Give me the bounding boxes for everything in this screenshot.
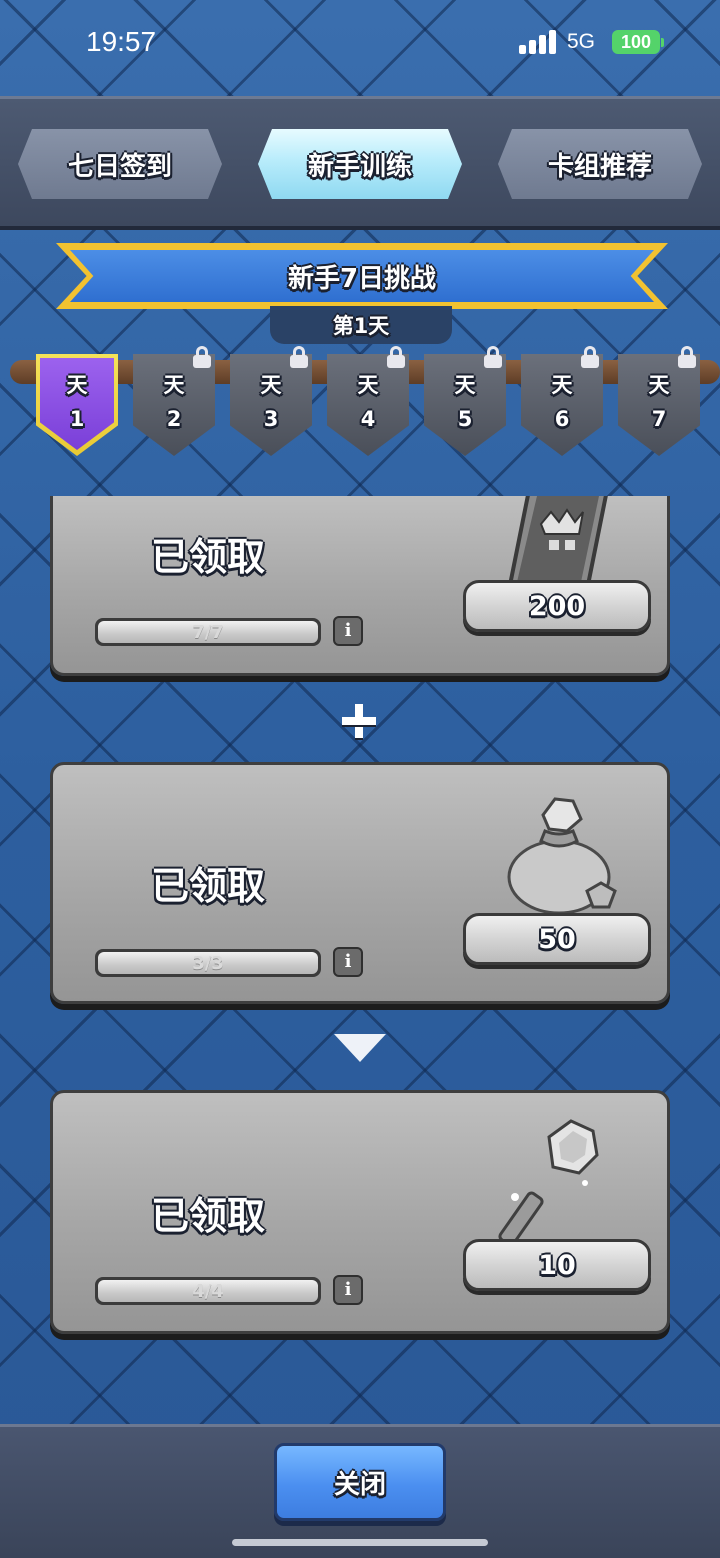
- reward-card: 已领取 4/4 i 10: [50, 1090, 670, 1334]
- lock-icon: [678, 346, 696, 368]
- chevron-down-icon: [334, 1034, 386, 1062]
- tab-newbie-training[interactable]: 新手训练: [258, 129, 462, 199]
- home-indicator[interactable]: [232, 1539, 488, 1546]
- clock: 19:57: [86, 26, 157, 57]
- reward-status: 已领取: [151, 864, 266, 908]
- close-button[interactable]: 关闭: [274, 1443, 446, 1521]
- day-tab-number: 7: [651, 407, 667, 431]
- day-tab-2[interactable]: 天 2: [133, 354, 215, 456]
- day-tab-label: 天: [454, 373, 476, 397]
- day-tab-5[interactable]: 天 5: [424, 354, 506, 456]
- day-tab-number: 6: [554, 407, 570, 431]
- battery-tip: [661, 38, 664, 47]
- reward-amount-button[interactable]: 200: [463, 580, 651, 632]
- progress-bar: 3/3: [95, 949, 321, 977]
- day-tab-1[interactable]: 天 1: [36, 354, 118, 456]
- current-day-label: 第1天: [270, 306, 452, 344]
- day-tab-6[interactable]: 天 6: [521, 354, 603, 456]
- reward-card: 已领取 7/7 i 200: [50, 496, 670, 676]
- tab-deck-recommendation[interactable]: 卡组推荐: [498, 129, 702, 199]
- info-button[interactable]: i: [333, 616, 363, 646]
- tab-seven-day-signin[interactable]: 七日签到: [18, 129, 222, 199]
- day-tab-label: 天: [163, 373, 185, 397]
- lock-icon: [387, 346, 405, 368]
- day-tab-number: 5: [457, 407, 473, 431]
- lock-icon: [290, 346, 308, 368]
- day-tab-label: 天: [260, 373, 282, 397]
- day-tab-7[interactable]: 天 7: [618, 354, 700, 456]
- day-tab-label: 天: [551, 373, 573, 397]
- progress-fill: 4/4: [98, 1280, 318, 1302]
- info-button[interactable]: i: [333, 1275, 363, 1305]
- plus-icon: [342, 704, 376, 738]
- day-tab-number: 4: [360, 407, 376, 431]
- footer: 关闭: [0, 1424, 720, 1558]
- reward-status: 已领取: [151, 535, 266, 579]
- signal-icon: [519, 30, 557, 54]
- day-tab-number: 3: [263, 407, 279, 431]
- day-tab-label: 天: [648, 373, 670, 397]
- reward-amount-button[interactable]: 50: [463, 913, 651, 965]
- reward-status: 已领取: [151, 1194, 266, 1238]
- tab-bar: 七日签到 新手训练 卡组推荐: [0, 96, 720, 230]
- day-tab-number: 2: [166, 407, 182, 431]
- progress-fill: 3/3: [98, 952, 318, 974]
- day-tab-4[interactable]: 天 4: [327, 354, 409, 456]
- network-type: 5G: [567, 30, 596, 53]
- reward-card: 已领取 3/3 i 50: [50, 762, 670, 1004]
- day-tab-number: 1: [69, 407, 85, 431]
- reward-amount-button[interactable]: 10: [463, 1239, 651, 1291]
- status-bar: 19:57 5G 100: [0, 0, 720, 90]
- progress-bar: 7/7: [95, 618, 321, 646]
- day-tab-label: 天: [357, 373, 379, 397]
- progress-fill: 7/7: [98, 621, 318, 643]
- progress-bar: 4/4: [95, 1277, 321, 1305]
- info-button[interactable]: i: [333, 947, 363, 977]
- gem-bag-icon: [507, 797, 617, 915]
- crystal-wand-icon: [498, 1119, 599, 1247]
- lock-icon: [484, 346, 502, 368]
- day-tab-3[interactable]: 天 3: [230, 354, 312, 456]
- challenge-title: 新手7日挑战: [70, 250, 654, 302]
- day-tab-label: 天: [66, 373, 88, 397]
- lock-icon: [581, 346, 599, 368]
- battery-icon: 100: [612, 30, 660, 54]
- lock-icon: [193, 346, 211, 368]
